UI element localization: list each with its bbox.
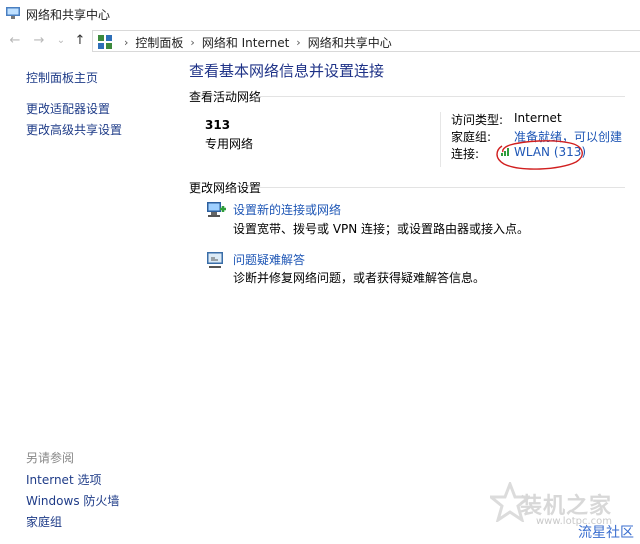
address-box[interactable]: › 控制面板 › 网络和 Internet › 网络和共享中心 <box>92 30 640 52</box>
setup-new-connection-link[interactable]: 设置新的连接或网络 <box>233 201 341 218</box>
troubleshoot-link[interactable]: 问题疑难解答 <box>233 251 305 268</box>
sidebar-link-control-panel-home[interactable]: 控制面板主页 <box>26 69 98 86</box>
control-panel-icon <box>98 35 112 49</box>
divider <box>255 96 625 97</box>
see-also-heading: 另请参阅 <box>26 451 75 465</box>
forward-arrow-icon[interactable]: → <box>30 32 48 50</box>
breadcrumb-control-panel[interactable]: 控制面板 <box>135 34 183 51</box>
chevron-right-icon[interactable]: › <box>190 36 194 49</box>
sidebar-link-adapter-settings[interactable]: 更改适配器设置 <box>26 100 110 117</box>
new-connection-icon <box>207 202 226 217</box>
access-type-value: Internet <box>514 111 562 125</box>
watermark: 装机之家 www.lotpc.com 流星社区 <box>450 476 640 544</box>
breadcrumb-network-internet[interactable]: 网络和 Internet <box>202 34 289 51</box>
network-center-icon <box>6 7 20 19</box>
chevron-right-icon[interactable]: › <box>296 36 300 49</box>
title-bar: 网络和共享中心 <box>0 0 640 28</box>
homegroup-label: 家庭组: <box>451 130 492 144</box>
page-title: 查看基本网络信息并设置连接 <box>189 62 385 80</box>
connection-label: 连接: <box>451 147 480 161</box>
sidebar-link-advanced-sharing[interactable]: 更改高级共享设置 <box>26 121 122 138</box>
setup-new-connection-desc: 设置宽带、拨号或 VPN 连接；或设置路由器或接入点。 <box>233 222 530 236</box>
breadcrumb-network-sharing-center[interactable]: 网络和共享中心 <box>308 34 392 51</box>
divider <box>255 187 625 188</box>
divider <box>440 112 441 167</box>
recent-dropdown-icon[interactable]: ⌄ <box>52 32 70 50</box>
change-settings-heading: 更改网络设置 <box>189 181 262 195</box>
troubleshoot-desc: 诊断并修复网络问题，或者获得疑难解答信息。 <box>233 271 486 285</box>
troubleshoot-icon <box>207 252 223 268</box>
sidebar-link-internet-options[interactable]: Internet 选项 <box>26 471 101 488</box>
address-bar: ← → ⌄ ↑ › 控制面板 › 网络和 Internet › 网络和共享中心 <box>0 28 640 54</box>
red-annotation-circle <box>496 140 583 170</box>
window-title: 网络和共享中心 <box>26 8 111 22</box>
breadcrumb: › 控制面板 › 网络和 Internet › 网络和共享中心 <box>117 34 392 51</box>
sidebar-link-homegroup[interactable]: 家庭组 <box>26 513 62 530</box>
watermark-community: 流星社区 <box>578 525 634 541</box>
chevron-right-icon[interactable]: › <box>124 36 128 49</box>
active-networks-heading: 查看活动网络 <box>189 90 262 104</box>
back-arrow-icon[interactable]: ← <box>6 32 24 50</box>
sidebar-link-windows-firewall[interactable]: Windows 防火墙 <box>26 492 119 509</box>
left-pane: 控制面板主页 更改适配器设置 更改高级共享设置 另请参阅 Internet 选项… <box>0 54 170 544</box>
access-type-label: 访问类型: <box>451 113 504 127</box>
network-name: 313 <box>205 118 231 132</box>
network-type: 专用网络 <box>205 137 254 151</box>
up-arrow-icon[interactable]: ↑ <box>71 32 89 50</box>
